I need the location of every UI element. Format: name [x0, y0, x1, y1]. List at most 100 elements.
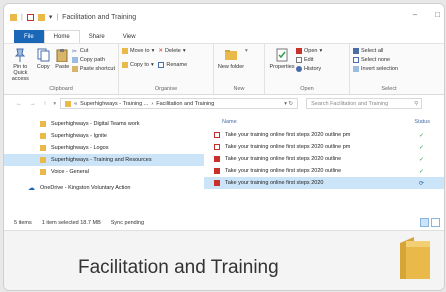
tab-share[interactable]: Share [80, 30, 114, 43]
new-group-label: New [233, 86, 245, 92]
window-title: Facilitation and Training [62, 13, 137, 21]
nav-item-label: Superhighways - Digital Teams work [51, 121, 140, 127]
rename-button[interactable]: Rename [158, 62, 187, 68]
open-group-label: Open [300, 86, 314, 92]
cloud-icon: ☁ [28, 185, 35, 192]
column-header-status[interactable]: Status [414, 119, 430, 125]
paste-shortcut-label: Paste shortcut [79, 66, 115, 72]
address-row: ← → ↑ ▾ « Superhighways - Training ... ›… [4, 95, 444, 112]
folder-icon [40, 133, 46, 139]
select-all-button[interactable]: Select all [353, 48, 398, 54]
history-button[interactable]: History [296, 66, 322, 72]
select-group: Select all Select none Invert selection … [350, 44, 428, 94]
nav-item[interactable]: Superhighways - Ignite [4, 130, 204, 142]
minimize-button[interactable]: – [413, 10, 417, 19]
new-folder-button[interactable]: New folder [217, 48, 245, 70]
nav-item[interactable]: Voice - General [4, 166, 204, 178]
file-row[interactable]: Take your training online first steps 20… [204, 141, 444, 153]
file-row-selected[interactable]: Take your training online first steps 20… [204, 177, 444, 189]
customize-icon[interactable]: ▾ [49, 13, 53, 21]
paste-shortcut-icon [71, 66, 78, 72]
tab-view[interactable]: View [114, 30, 145, 43]
copy-label: Copy [36, 64, 50, 70]
column-header-name[interactable]: Name [222, 119, 237, 125]
nav-arrows[interactable]: ← → ↑ [16, 101, 49, 107]
sync-pending-icon: ⟳ [418, 180, 424, 187]
nav-item-label: OneDrive - Kingston Voluntary Action [40, 185, 131, 191]
file-row[interactable]: Take your training online first steps 20… [204, 129, 444, 141]
history-icon [296, 66, 302, 72]
new-folder-icon[interactable] [37, 13, 45, 21]
breadcrumb-segment[interactable]: Superhighways - Training ... [80, 101, 148, 107]
powerpoint-file-icon [214, 168, 220, 174]
properties-icon[interactable] [26, 13, 34, 21]
search-icon: ⚲ [414, 100, 419, 107]
recent-locations-icon[interactable]: ▾ [53, 101, 56, 107]
nav-item-selected[interactable]: Superhighways - Training and Resources [4, 154, 204, 166]
copy-to-button[interactable]: Copy to ▾ [122, 62, 154, 68]
copy-button[interactable]: Copy [34, 48, 53, 70]
nav-item[interactable]: Superhighways - Digital Teams work [4, 118, 204, 130]
invert-selection-button[interactable]: Invert selection [353, 66, 398, 72]
synced-icon: ✓ [418, 168, 424, 175]
pin-button[interactable]: Pin to Quick access [7, 48, 34, 82]
invert-selection-icon [353, 66, 359, 72]
breadcrumb-separator: › [151, 100, 154, 107]
refresh-icon[interactable]: ▾ ↻ [284, 101, 293, 107]
breadcrumb-segment[interactable]: Facilitation and Training [156, 101, 214, 107]
delete-button[interactable]: ✕ Delete ▾ [158, 48, 187, 54]
tab-home[interactable]: Home [43, 30, 80, 43]
window-controls: – □ [413, 10, 440, 19]
select-actions: Select all Select none Invert selection [353, 48, 398, 72]
open-label: Open [304, 48, 318, 54]
cut-button[interactable]: ✂ Cut [71, 48, 115, 55]
paste-shortcut-button[interactable]: Paste shortcut [71, 66, 115, 72]
details-view-icon[interactable] [420, 218, 429, 227]
copy-path-icon [71, 57, 78, 63]
synced-icon: ✓ [418, 156, 424, 163]
file-row[interactable]: Take your training online first steps 20… [204, 153, 444, 165]
card: | ▾ | Facilitation and Training – □ File… [3, 3, 445, 291]
select-none-button[interactable]: Select none [353, 57, 398, 63]
separator: | [21, 13, 23, 21]
caption-title: Facilitation and Training [78, 257, 279, 278]
ribbon-tabs: File Home Share View [4, 30, 444, 44]
open-icon [296, 48, 302, 54]
file-row[interactable]: Take your training online first steps 20… [204, 165, 444, 177]
pin-label: Pin to Quick access [11, 64, 29, 83]
file-name: Take your training online first steps 20… [225, 180, 324, 186]
paste-button[interactable]: Paste [53, 48, 72, 70]
address-bar[interactable]: « Superhighways - Training ... › Facilit… [60, 98, 299, 109]
tab-file[interactable]: File [14, 30, 44, 43]
move-to-button[interactable]: Move to ▾ [122, 48, 154, 54]
properties-icon [276, 48, 288, 62]
new-item-icon[interactable]: ▾ [245, 48, 248, 54]
edit-button[interactable]: Edit [296, 57, 322, 63]
ribbon: Pin to Quick access Copy Paste ✂ Cut Copy… [4, 44, 444, 95]
open-button[interactable]: Open ▾ [296, 48, 322, 54]
title-bar: | ▾ | Facilitation and Training – □ [4, 4, 444, 30]
open-group: Properties Open ▾ Edit History Open [265, 44, 350, 94]
scissors-icon: ✂ [71, 49, 77, 55]
search-box[interactable]: Search Facilitation and Training ⚲ [306, 98, 423, 109]
caption-area: Facilitation and Training [4, 230, 444, 290]
nav-item-label: Superhighways - Training and Resources [51, 157, 152, 163]
rename-icon [158, 62, 165, 68]
large-icons-view-icon[interactable] [431, 218, 440, 227]
maximize-button[interactable]: □ [435, 10, 440, 19]
delete-label: Delete [164, 48, 181, 54]
delete-icon: ✕ [158, 48, 163, 54]
folder-icon [400, 237, 430, 279]
pin-icon [15, 48, 26, 62]
file-list: Name Status Take your training online fi… [204, 111, 444, 216]
select-all-icon [353, 48, 359, 54]
nav-item[interactable]: Superhighways - Logos [4, 142, 204, 154]
pdf-file-icon [214, 144, 220, 150]
search-input[interactable]: Search Facilitation and Training [311, 101, 388, 107]
synced-icon: ✓ [418, 132, 424, 139]
copy-path-button[interactable]: Copy path [71, 57, 115, 63]
nav-item-onedrive[interactable]: ☁ OneDrive - Kingston Voluntary Action [4, 182, 204, 194]
folder-icon [65, 100, 72, 107]
properties-button[interactable]: Properties [268, 48, 296, 70]
navigation-pane: Superhighways - Digital Teams work Super… [4, 111, 204, 216]
